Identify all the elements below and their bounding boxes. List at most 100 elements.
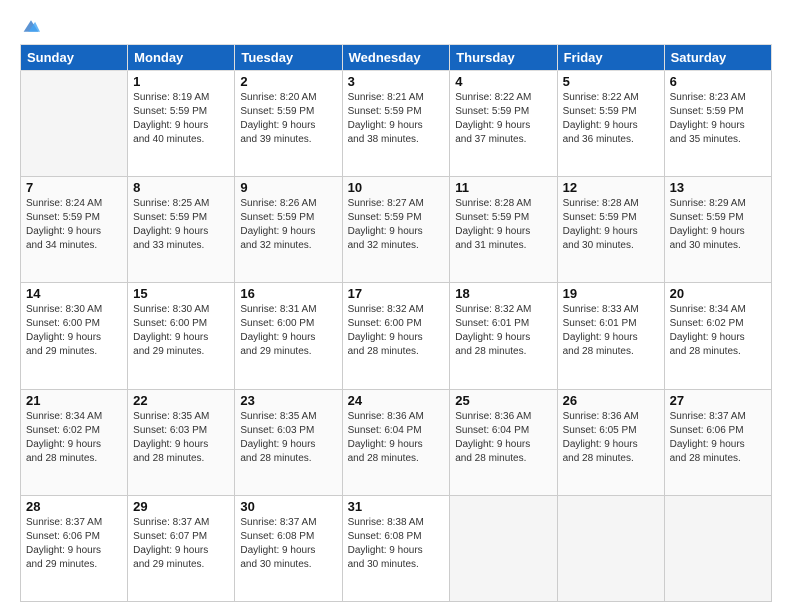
- day-number: 15: [133, 286, 229, 301]
- day-details: Sunrise: 8:22 AM Sunset: 5:59 PM Dayligh…: [455, 91, 551, 147]
- header: [20, 18, 772, 34]
- day-details: Sunrise: 8:24 AM Sunset: 5:59 PM Dayligh…: [26, 197, 122, 253]
- day-number: 12: [563, 180, 659, 195]
- day-details: Sunrise: 8:29 AM Sunset: 5:59 PM Dayligh…: [670, 197, 766, 253]
- calendar-cell: 12 Sunrise: 8:28 AM Sunset: 5:59 PM Dayli…: [557, 177, 664, 283]
- weekday-header: Wednesday: [342, 45, 450, 71]
- day-details: Sunrise: 8:25 AM Sunset: 5:59 PM Dayligh…: [133, 197, 229, 253]
- weekday-header: Friday: [557, 45, 664, 71]
- day-details: Sunrise: 8:37 AM Sunset: 6:06 PM Dayligh…: [26, 516, 122, 572]
- calendar-cell: 26 Sunrise: 8:36 AM Sunset: 6:05 PM Dayli…: [557, 389, 664, 495]
- day-details: Sunrise: 8:34 AM Sunset: 6:02 PM Dayligh…: [670, 303, 766, 359]
- day-number: 11: [455, 180, 551, 195]
- day-details: Sunrise: 8:28 AM Sunset: 5:59 PM Dayligh…: [455, 197, 551, 253]
- day-details: Sunrise: 8:26 AM Sunset: 5:59 PM Dayligh…: [240, 197, 336, 253]
- calendar-cell: 27Sunrise: 8:37 AM Sunset: 6:06 PM Dayli…: [664, 389, 771, 495]
- calendar-cell: 5 Sunrise: 8:22 AM Sunset: 5:59 PM Daylig…: [557, 71, 664, 177]
- calendar-cell: 8 Sunrise: 8:25 AM Sunset: 5:59 PM Daylig…: [128, 177, 235, 283]
- day-number: 6: [670, 74, 766, 89]
- calendar-cell: 11 Sunrise: 8:28 AM Sunset: 5:59 PM Dayli…: [450, 177, 557, 283]
- day-details: Sunrise: 8:20 AM Sunset: 5:59 PM Dayligh…: [240, 91, 336, 147]
- calendar-table: SundayMondayTuesdayWednesdayThursdayFrid…: [20, 44, 772, 602]
- day-details: Sunrise: 8:34 AM Sunset: 6:02 PM Dayligh…: [26, 410, 122, 466]
- calendar-cell: 25 Sunrise: 8:36 AM Sunset: 6:04 PM Dayli…: [450, 389, 557, 495]
- calendar-cell: 16Sunrise: 8:31 AM Sunset: 6:00 PM Dayli…: [235, 283, 342, 389]
- calendar-week-row: 14 Sunrise: 8:30 AM Sunset: 6:00 PM Dayli…: [21, 283, 772, 389]
- calendar-cell: 19Sunrise: 8:33 AM Sunset: 6:01 PM Dayli…: [557, 283, 664, 389]
- day-details: Sunrise: 8:38 AM Sunset: 6:08 PM Dayligh…: [348, 516, 445, 572]
- day-number: 9: [240, 180, 336, 195]
- calendar-cell: 31 Sunrise: 8:38 AM Sunset: 6:08 PM Dayli…: [342, 495, 450, 601]
- calendar-cell: 30 Sunrise: 8:37 AM Sunset: 6:08 PM Dayli…: [235, 495, 342, 601]
- calendar-week-row: 21 Sunrise: 8:34 AM Sunset: 6:02 PM Dayli…: [21, 389, 772, 495]
- calendar-week-row: 1Sunrise: 8:19 AM Sunset: 5:59 PM Daylig…: [21, 71, 772, 177]
- day-details: Sunrise: 8:31 AM Sunset: 6:00 PM Dayligh…: [240, 303, 336, 359]
- day-details: Sunrise: 8:30 AM Sunset: 6:00 PM Dayligh…: [26, 303, 122, 359]
- weekday-header: Monday: [128, 45, 235, 71]
- day-number: 23: [240, 393, 336, 408]
- day-number: 10: [348, 180, 445, 195]
- day-number: 17: [348, 286, 445, 301]
- calendar-cell: [21, 71, 128, 177]
- day-number: 25: [455, 393, 551, 408]
- calendar-cell: 18 Sunrise: 8:32 AM Sunset: 6:01 PM Dayli…: [450, 283, 557, 389]
- calendar-cell: 7 Sunrise: 8:24 AM Sunset: 5:59 PM Daylig…: [21, 177, 128, 283]
- day-details: Sunrise: 8:36 AM Sunset: 6:05 PM Dayligh…: [563, 410, 659, 466]
- calendar-cell: 2 Sunrise: 8:20 AM Sunset: 5:59 PM Daylig…: [235, 71, 342, 177]
- calendar-cell: 15 Sunrise: 8:30 AM Sunset: 6:00 PM Dayli…: [128, 283, 235, 389]
- calendar-cell: 29Sunrise: 8:37 AM Sunset: 6:07 PM Dayli…: [128, 495, 235, 601]
- calendar-cell: 20Sunrise: 8:34 AM Sunset: 6:02 PM Dayli…: [664, 283, 771, 389]
- day-details: Sunrise: 8:21 AM Sunset: 5:59 PM Dayligh…: [348, 91, 445, 147]
- day-number: 30: [240, 499, 336, 514]
- calendar-cell: 9 Sunrise: 8:26 AM Sunset: 5:59 PM Daylig…: [235, 177, 342, 283]
- day-details: Sunrise: 8:35 AM Sunset: 6:03 PM Dayligh…: [133, 410, 229, 466]
- calendar-cell: [664, 495, 771, 601]
- calendar-cell: 6 Sunrise: 8:23 AM Sunset: 5:59 PM Daylig…: [664, 71, 771, 177]
- day-details: Sunrise: 8:27 AM Sunset: 5:59 PM Dayligh…: [348, 197, 445, 253]
- day-number: 28: [26, 499, 122, 514]
- calendar-cell: 13 Sunrise: 8:29 AM Sunset: 5:59 PM Dayli…: [664, 177, 771, 283]
- day-number: 27: [670, 393, 766, 408]
- weekday-header: Saturday: [664, 45, 771, 71]
- calendar-cell: 17 Sunrise: 8:32 AM Sunset: 6:00 PM Dayli…: [342, 283, 450, 389]
- calendar-cell: 21 Sunrise: 8:34 AM Sunset: 6:02 PM Dayli…: [21, 389, 128, 495]
- day-number: 2: [240, 74, 336, 89]
- day-number: 26: [563, 393, 659, 408]
- weekday-header: Tuesday: [235, 45, 342, 71]
- calendar-cell: 24Sunrise: 8:36 AM Sunset: 6:04 PM Dayli…: [342, 389, 450, 495]
- day-number: 31: [348, 499, 445, 514]
- day-number: 13: [670, 180, 766, 195]
- day-number: 29: [133, 499, 229, 514]
- day-details: Sunrise: 8:32 AM Sunset: 6:00 PM Dayligh…: [348, 303, 445, 359]
- day-details: Sunrise: 8:28 AM Sunset: 5:59 PM Dayligh…: [563, 197, 659, 253]
- day-details: Sunrise: 8:22 AM Sunset: 5:59 PM Dayligh…: [563, 91, 659, 147]
- day-details: Sunrise: 8:37 AM Sunset: 6:08 PM Dayligh…: [240, 516, 336, 572]
- day-number: 22: [133, 393, 229, 408]
- calendar-cell: 3Sunrise: 8:21 AM Sunset: 5:59 PM Daylig…: [342, 71, 450, 177]
- day-details: Sunrise: 8:30 AM Sunset: 6:00 PM Dayligh…: [133, 303, 229, 359]
- weekday-header: Thursday: [450, 45, 557, 71]
- calendar-cell: 10 Sunrise: 8:27 AM Sunset: 5:59 PM Dayli…: [342, 177, 450, 283]
- day-number: 8: [133, 180, 229, 195]
- logo: [20, 18, 40, 34]
- day-number: 7: [26, 180, 122, 195]
- calendar-cell: 22 Sunrise: 8:35 AM Sunset: 6:03 PM Dayli…: [128, 389, 235, 495]
- day-number: 21: [26, 393, 122, 408]
- logo-icon: [22, 18, 40, 34]
- day-details: Sunrise: 8:32 AM Sunset: 6:01 PM Dayligh…: [455, 303, 551, 359]
- calendar-header-row: SundayMondayTuesdayWednesdayThursdayFrid…: [21, 45, 772, 71]
- calendar-cell: [557, 495, 664, 601]
- day-number: 5: [563, 74, 659, 89]
- calendar-cell: 28 Sunrise: 8:37 AM Sunset: 6:06 PM Dayli…: [21, 495, 128, 601]
- calendar-week-row: 28 Sunrise: 8:37 AM Sunset: 6:06 PM Dayli…: [21, 495, 772, 601]
- day-details: Sunrise: 8:35 AM Sunset: 6:03 PM Dayligh…: [240, 410, 336, 466]
- day-number: 18: [455, 286, 551, 301]
- day-details: Sunrise: 8:19 AM Sunset: 5:59 PM Dayligh…: [133, 91, 229, 147]
- day-number: 14: [26, 286, 122, 301]
- calendar-cell: 4 Sunrise: 8:22 AM Sunset: 5:59 PM Daylig…: [450, 71, 557, 177]
- day-details: Sunrise: 8:36 AM Sunset: 6:04 PM Dayligh…: [348, 410, 445, 466]
- day-details: Sunrise: 8:23 AM Sunset: 5:59 PM Dayligh…: [670, 91, 766, 147]
- day-details: Sunrise: 8:33 AM Sunset: 6:01 PM Dayligh…: [563, 303, 659, 359]
- day-details: Sunrise: 8:36 AM Sunset: 6:04 PM Dayligh…: [455, 410, 551, 466]
- day-number: 4: [455, 74, 551, 89]
